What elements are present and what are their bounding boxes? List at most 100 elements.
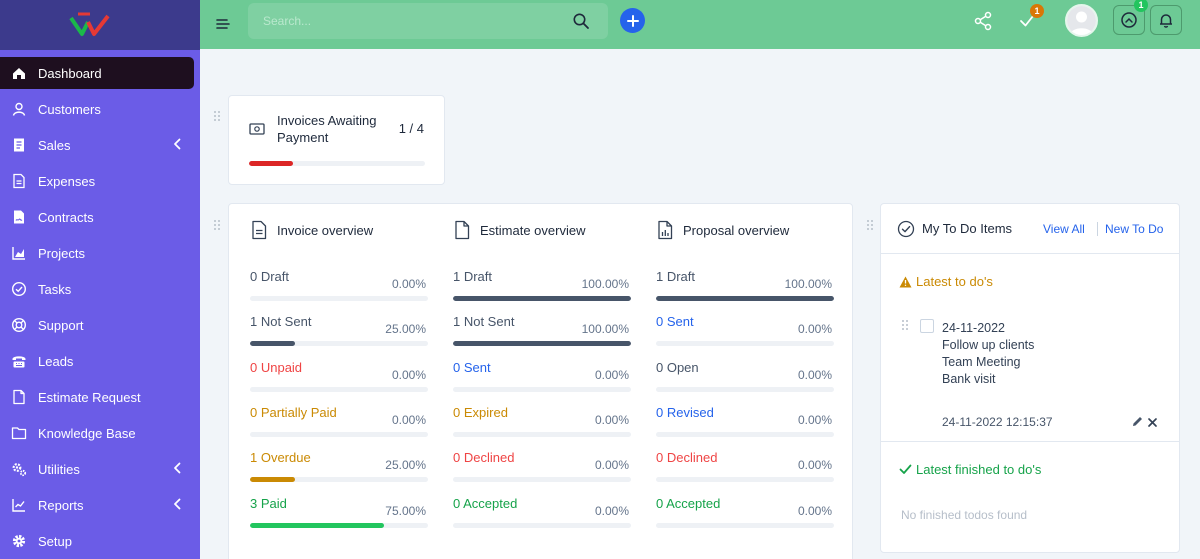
drag-handle-icon[interactable]	[214, 220, 222, 232]
drag-handle-icon[interactable]	[867, 220, 875, 232]
sidebar-item-support[interactable]: Support	[0, 309, 194, 341]
estimate-overview-row[interactable]: 1 Not Sent 100.00%	[453, 314, 631, 354]
todo-checkbox[interactable]	[920, 319, 934, 333]
sidebar-item-label: Dashboard	[38, 65, 102, 81]
status-percent: 0.00%	[594, 412, 629, 427]
reminders-button[interactable]: 1	[1113, 0, 1148, 35]
sidebar-item-label: Expenses	[38, 173, 96, 189]
status-label: 0 Accepted	[656, 495, 721, 511]
status-label: 0 Revised	[656, 404, 714, 420]
todo-title: My To Do Items	[922, 221, 1013, 236]
todo-drag-handle-icon[interactable]	[902, 320, 910, 332]
status-percent: 25.00%	[385, 322, 426, 337]
proposal-overview-row[interactable]: 0 Open 0.00%	[656, 360, 834, 400]
edit-icon[interactable]	[1131, 415, 1144, 431]
sidebar-item-label: Projects	[38, 245, 85, 261]
search-icon[interactable]	[572, 12, 590, 30]
sidebar-item-utilities[interactable]: Utilities	[0, 453, 194, 485]
status-percent: 25.00%	[385, 458, 426, 473]
estimate-overview-row[interactable]: 1 Draft 100.00%	[453, 269, 631, 309]
progress-fill	[656, 296, 834, 301]
proposal-overview-row[interactable]: 0 Accepted 0.00%	[656, 496, 834, 536]
proposal-overview-header[interactable]: Proposal overview	[656, 220, 789, 240]
chart-area-icon	[10, 244, 28, 262]
status-percent: 0.00%	[391, 277, 426, 291]
progress-track	[250, 522, 428, 528]
proposal-overview-row[interactable]: 0 Revised 0.00%	[656, 405, 834, 445]
cogs-icon	[10, 460, 28, 478]
estimate-overview-row[interactable]: 0 Expired 0.00%	[453, 405, 631, 445]
search-input[interactable]	[248, 3, 568, 39]
proposal-overview-row[interactable]: 0 Declined 0.00%	[656, 450, 834, 490]
sidebar-item-estimate-request[interactable]: Estimate Request	[0, 381, 194, 413]
notifications-badge: 1	[1134, 0, 1148, 12]
gear-icon	[10, 532, 28, 550]
sidebar-item-label: Leads	[38, 353, 74, 369]
file-contract-icon	[10, 208, 28, 226]
sidebar-item-tasks[interactable]: Tasks	[0, 273, 194, 305]
plus-icon	[626, 14, 639, 27]
status-label: 0 Sent	[453, 359, 491, 375]
proposal-overview-row[interactable]: 1 Draft 100.00%	[656, 269, 834, 309]
status-label: 1 Draft	[656, 269, 696, 284]
check-circle-icon	[897, 220, 915, 241]
todo-item: 24-11-2022 Follow up clients Team Meetin…	[942, 320, 1034, 388]
sidebar-item-projects[interactable]: Projects	[0, 237, 194, 269]
sidebar-item-dashboard[interactable]: Dashboard	[0, 57, 194, 89]
tasks-check-icon[interactable]: 1	[1016, 4, 1044, 32]
progress-fill	[250, 522, 384, 528]
avatar[interactable]	[1065, 4, 1098, 37]
invoice-overview-row[interactable]: 0 Partially Paid 0.00%	[250, 405, 428, 445]
estimate-overview-row[interactable]: 0 Declined 0.00%	[453, 450, 631, 490]
menu-toggle-icon[interactable]	[214, 15, 232, 33]
sidebar-item-sales[interactable]: Sales	[0, 129, 194, 161]
invoice-overview-header[interactable]: Invoice overview	[250, 220, 373, 240]
sidebar-item-setup[interactable]: Setup	[0, 525, 194, 557]
chevron-left-icon	[172, 461, 182, 475]
finished-todos-label: Latest finished to do's	[916, 462, 1042, 477]
sidebar-item-label: Setup	[38, 533, 72, 549]
delete-icon[interactable]	[1147, 416, 1158, 431]
sidebar-item-reports[interactable]: Reports	[0, 489, 194, 521]
status-percent: 75.00%	[385, 503, 426, 518]
estimate-overview-row[interactable]: 0 Sent 0.00%	[453, 360, 631, 400]
tasks-badge: 1	[1030, 4, 1044, 18]
status-label: 1 Overdue	[250, 450, 311, 466]
sidebar-item-leads[interactable]: Leads	[0, 345, 194, 377]
invoice-overview-row[interactable]: 0 Unpaid 0.00%	[250, 360, 428, 400]
estimate-overview-header[interactable]: Estimate overview	[453, 220, 585, 240]
invoice-overview-row[interactable]: 1 Not Sent 25.00%	[250, 314, 428, 354]
invoice-overview-row[interactable]: 3 Paid 75.00%	[250, 496, 428, 536]
status-label: 0 Sent	[656, 314, 694, 330]
sidebar-item-label: Reports	[38, 497, 84, 513]
status-percent: 100.00%	[784, 277, 832, 291]
drag-handle-icon[interactable]	[214, 111, 222, 123]
divider	[1097, 222, 1098, 236]
estimate-overview-row[interactable]: 0 Accepted 0.00%	[453, 496, 631, 536]
invoice-overview-row[interactable]: 1 Overdue 25.00%	[250, 450, 428, 490]
logo-bar	[0, 0, 200, 50]
sidebar-item-label: Customers	[38, 101, 101, 117]
status-label: 1 Draft	[453, 269, 493, 284]
notifications-button[interactable]	[1150, 5, 1182, 35]
progress-track	[250, 477, 428, 483]
invoices-awaiting-count: 1 / 4	[398, 121, 424, 136]
proposal-overview-row[interactable]: 0 Sent 0.00%	[656, 314, 834, 354]
sidebar-item-expenses[interactable]: Expenses	[0, 165, 194, 197]
brand-logo[interactable]	[68, 8, 114, 42]
sidebar-item-label: Sales	[38, 137, 71, 153]
invoice-overview-row[interactable]: 0 Draft 0.00%	[250, 269, 428, 309]
sidebar-item-knowledge-base[interactable]: Knowledge Base	[0, 417, 194, 449]
status-percent: 0.00%	[797, 322, 832, 337]
status-label: 0 Expired	[453, 404, 508, 420]
user-icon	[10, 100, 28, 118]
new-todo-link[interactable]: New To Do	[1105, 222, 1163, 236]
quick-add-button[interactable]	[620, 8, 645, 33]
sidebar-item-customers[interactable]: Customers	[0, 93, 194, 125]
view-all-link[interactable]: View All	[1043, 222, 1085, 236]
chevron-left-icon	[172, 137, 182, 151]
sidebar-item-contracts[interactable]: Contracts	[0, 201, 194, 233]
progress-fill	[250, 477, 295, 483]
share-icon[interactable]	[972, 10, 994, 32]
money-bill-icon	[249, 122, 265, 139]
